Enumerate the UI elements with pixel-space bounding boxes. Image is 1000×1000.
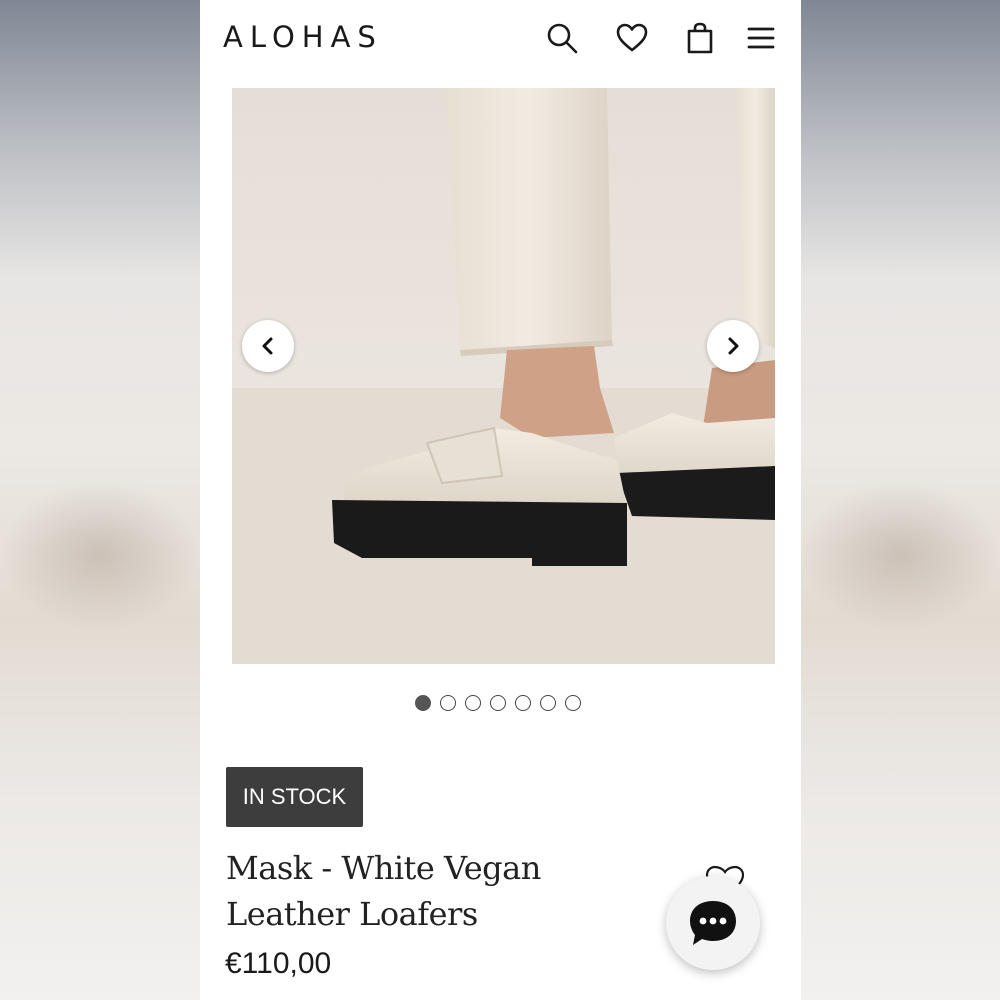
bag-icon[interactable] xyxy=(680,18,720,58)
product-price: €110,00 xyxy=(225,947,332,980)
carousel-prev-button[interactable] xyxy=(242,320,294,372)
carousel-dot[interactable] xyxy=(440,695,456,711)
site-header: ALOHAS xyxy=(200,0,801,80)
search-icon[interactable] xyxy=(542,18,582,58)
blurred-backdrop-right xyxy=(800,0,1000,1000)
chevron-right-icon xyxy=(728,337,739,355)
heart-icon[interactable] xyxy=(612,18,652,58)
carousel-pagination xyxy=(415,695,581,711)
stock-badge: IN STOCK xyxy=(226,767,363,827)
carousel-next-button[interactable] xyxy=(707,320,759,372)
menu-icon[interactable] xyxy=(741,18,781,58)
carousel-dot[interactable] xyxy=(565,695,581,711)
blurred-backdrop-left xyxy=(0,0,200,1000)
carousel-dot[interactable] xyxy=(515,695,531,711)
product-page: ALOHAS IN STOCK Mask - White Vegan Leath… xyxy=(200,0,801,1000)
carousel-dot[interactable] xyxy=(540,695,556,711)
chevron-left-icon xyxy=(262,337,273,355)
product-title: Mask - White Vegan Leather Loafers xyxy=(226,849,541,933)
product-photo xyxy=(232,88,775,664)
chat-button[interactable] xyxy=(666,876,760,970)
carousel-dot[interactable] xyxy=(490,695,506,711)
brand-logo[interactable]: ALOHAS xyxy=(223,20,383,54)
product-image-carousel[interactable] xyxy=(232,88,775,664)
carousel-dot[interactable] xyxy=(465,695,481,711)
carousel-dot[interactable] xyxy=(415,695,431,711)
chat-bubble-icon xyxy=(690,901,736,945)
